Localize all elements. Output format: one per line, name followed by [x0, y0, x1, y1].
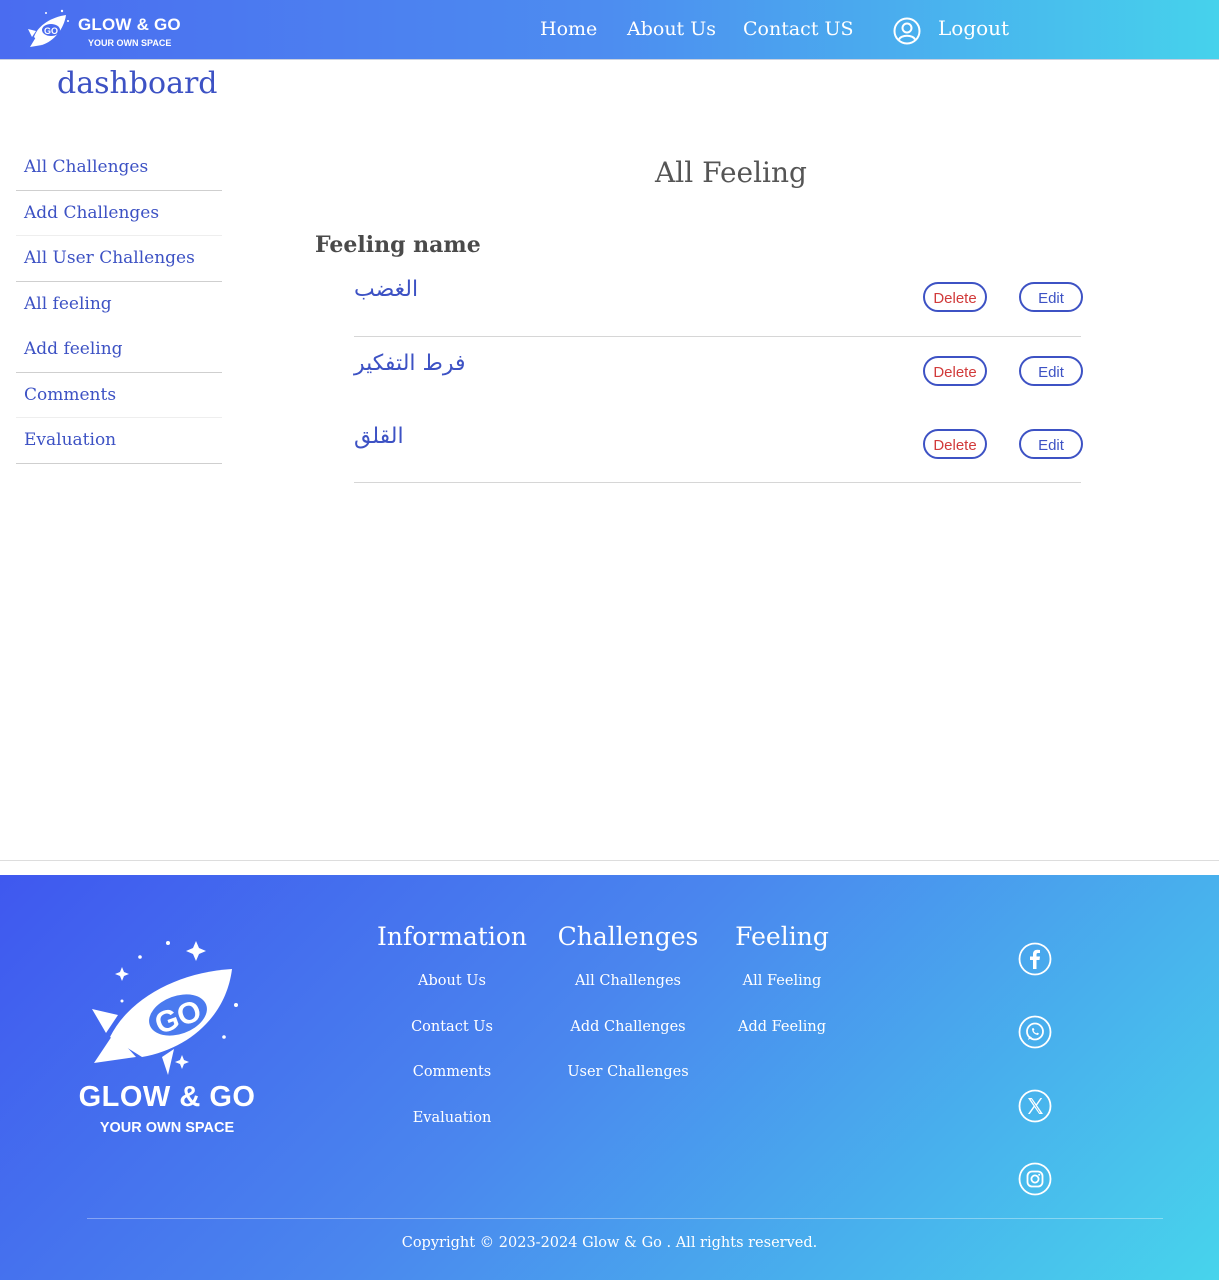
rocket-icon: GO [92, 941, 238, 1075]
top-navbar: GO GLOW & GO YOUR OWN SPACE Home About U… [0, 0, 1219, 60]
facebook-icon[interactable] [1018, 942, 1052, 976]
footer-link-comments[interactable]: Comments [372, 1064, 532, 1110]
delete-button[interactable]: Delete [923, 429, 987, 459]
footer-divider [87, 1218, 1163, 1219]
footer-heading: Feeling [735, 922, 829, 951]
footer-link-about-us[interactable]: About Us [372, 973, 532, 1019]
sidebar-item-all-user-challenges[interactable]: All User Challenges [16, 236, 222, 282]
edit-button[interactable]: Edit [1019, 356, 1083, 386]
delete-button[interactable]: Delete [923, 356, 987, 386]
x-twitter-icon[interactable] [1018, 1089, 1052, 1123]
rocket-icon: GO [28, 9, 69, 47]
column-header-feeling-name: Feeling name [315, 232, 481, 258]
sidebar-item-add-challenges[interactable]: Add Challenges [16, 191, 222, 236]
brand-tagline: YOUR OWN SPACE [88, 38, 172, 48]
page-title: All Feeling [655, 156, 807, 189]
whatsapp-icon[interactable] [1018, 1015, 1052, 1049]
nav-home[interactable]: Home [540, 18, 597, 40]
feeling-name: فرط التفكير [354, 351, 466, 376]
dashboard-title: dashboard [57, 66, 218, 101]
footer: GO GLOW & GO YOUR OWN SPACE Information … [0, 875, 1219, 1280]
copyright-text: Copyright © 2023-2024 Glow & Go . All ri… [401, 1235, 818, 1251]
table-row: فرط التفكير Delete Edit [354, 336, 1083, 410]
feeling-name: القلق [354, 424, 404, 449]
brand-name: GLOW & GO [78, 15, 181, 34]
footer-link-user-challenges[interactable]: User Challenges [548, 1064, 708, 1110]
table-row: القلق Delete Edit [354, 408, 1083, 483]
header-logo[interactable]: GO GLOW & GO YOUR OWN SPACE [24, 7, 184, 53]
footer-heading: Information [376, 922, 528, 951]
footer-heading: Challenges [557, 922, 699, 951]
edit-button[interactable]: Edit [1019, 429, 1083, 459]
sidebar-item-evaluation[interactable]: Evaluation [16, 418, 222, 464]
footer-link-add-feeling[interactable]: Add Feeling [702, 1019, 862, 1065]
nav-about-us[interactable]: About Us [627, 18, 716, 40]
logout-link[interactable]: Logout [938, 16, 1009, 40]
edit-button[interactable]: Edit [1019, 282, 1083, 312]
footer-separator [0, 860, 1219, 861]
nav-contact-us[interactable]: Contact US [743, 18, 854, 40]
table-row: الغضب Delete Edit [354, 262, 1083, 337]
footer-column-challenges: Challenges All Challenges Add Challenges… [548, 922, 708, 1110]
footer-column-information: Information About Us Contact Us Comments… [372, 922, 532, 1155]
sidebar: All Challenges Add Challenges All User C… [16, 145, 222, 464]
feeling-name: الغضب [354, 277, 419, 302]
footer-column-feeling: Feeling All Feeling Add Feeling [702, 922, 862, 1064]
footer-logo: GO GLOW & GO YOUR OWN SPACE [70, 937, 260, 1147]
footer-link-add-challenges[interactable]: Add Challenges [548, 1019, 708, 1065]
sidebar-item-all-feeling[interactable]: All feeling [16, 282, 222, 328]
delete-button[interactable]: Delete [923, 282, 987, 312]
footer-brand-name: GLOW & GO [78, 1081, 256, 1113]
footer-brand-tagline: YOUR OWN SPACE [99, 1120, 235, 1136]
user-circle-icon[interactable] [893, 17, 921, 45]
svg-text:GO: GO [44, 26, 58, 36]
footer-link-evaluation[interactable]: Evaluation [372, 1110, 532, 1156]
sidebar-item-add-feeling[interactable]: Add feeling [16, 327, 222, 373]
footer-link-contact-us[interactable]: Contact Us [372, 1019, 532, 1065]
footer-link-all-challenges[interactable]: All Challenges [548, 973, 708, 1019]
footer-link-all-feeling[interactable]: All Feeling [702, 973, 862, 1019]
instagram-icon[interactable] [1018, 1162, 1052, 1196]
sidebar-item-comments[interactable]: Comments [16, 373, 222, 418]
